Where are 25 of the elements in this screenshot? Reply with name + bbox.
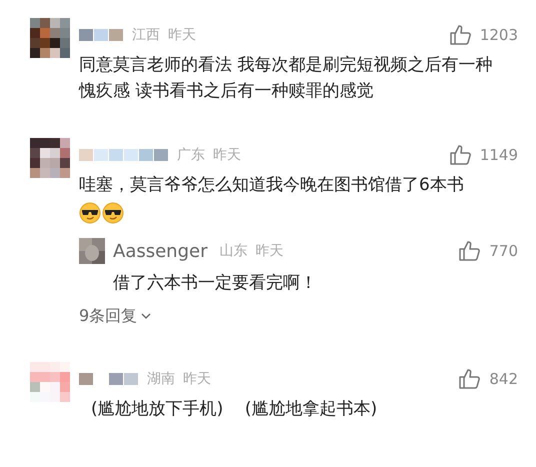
time-label: 昨天 [255,242,284,260]
reply-text: 借了六本书一定要看完啊！ [112,272,318,295]
more-replies-link[interactable]: 9条回复 [79,304,152,328]
comment-text: (尴尬地放下手机) (尴尬地拿起书本) [90,398,378,421]
user-name[interactable]: Aassenger [113,238,208,264]
region-label: 江西 [132,26,160,44]
thumbs-up-icon[interactable] [459,369,482,389]
like-count: 842 [489,368,518,390]
like-count: 1149 [480,144,518,166]
like-count: 770 [489,240,518,262]
comment-text: 哇塞，莫言爷爷怎么知道我今晚在图书馆借了6本书 [79,174,465,197]
time-label: 昨天 [213,146,241,164]
region-label: 山东 [219,242,248,260]
thumbs-up-icon[interactable] [459,241,482,261]
comment-text: 同意莫言老师的看法 我每次都是刷完短视频之后有一种愧疚感 读书看书之后有一种赎罪的感觉 [79,54,494,103]
thumbs-up-icon[interactable] [450,25,472,45]
like-count: 1203 [480,24,518,46]
chevron-down-icon [141,313,152,319]
time-label: 昨天 [183,370,211,388]
time-label: 昨天 [168,26,196,44]
region-label: 湖南 [147,370,175,388]
sunglasses-emoji-icon [102,202,124,224]
sunglasses-emoji-icon [79,202,101,224]
region-label: 广东 [177,146,205,164]
thumbs-up-icon[interactable] [450,145,472,165]
